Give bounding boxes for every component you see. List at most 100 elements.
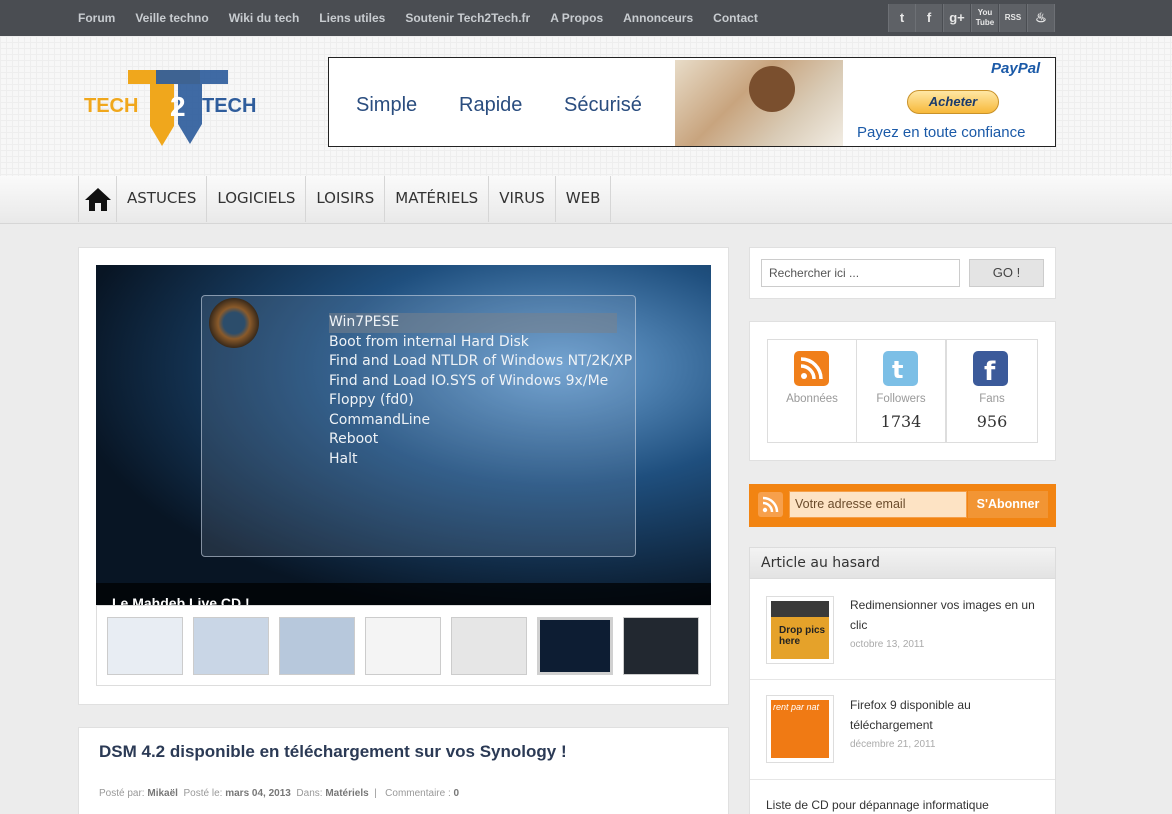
search-button[interactable]: GO ! [969,259,1044,287]
twitter-icon[interactable]: t [888,4,915,32]
slider-thumb-active[interactable] [537,617,613,675]
paypal-brand: PayPal [991,60,1041,77]
topnav-liens-utiles[interactable]: Liens utiles [319,11,385,25]
divider [750,779,1055,780]
slider-thumbnails [96,605,711,686]
email-input[interactable]: Votre adresse email [789,491,967,518]
nav-loisirs[interactable]: LOISIRS [305,176,384,222]
rss-icon [794,351,829,386]
nav-astuces[interactable]: ASTUCES [116,176,206,222]
search-input[interactable]: Rechercher ici ... [761,259,960,287]
paypal-buy-label: Acheter [928,94,978,109]
random-article-link[interactable]: Redimensionner vos images en un clic [850,595,1040,635]
topnav-wiki[interactable]: Wiki du tech [229,11,300,25]
facebook-icon[interactable]: f [915,4,942,32]
random-article-thumb[interactable]: Drop pics here [766,596,834,664]
nav-materiels[interactable]: MATÉRIELS [384,176,488,222]
divider [750,679,1055,680]
random-article-date: octobre 13, 2011 [850,639,925,650]
post-meta: Posté par: Mikaël Posté le: mars 04, 201… [99,788,460,799]
paypal-banner-ad[interactable]: Simple Rapide Sécurisé PayPal Acheter Pa… [328,57,1056,147]
counter-label: Abonnées [786,393,838,405]
slider-thumb[interactable] [279,617,355,675]
random-article-link[interactable]: Firefox 9 disponible au téléchargement [850,695,1000,735]
twitter-glyph: t [899,10,905,25]
boot-menu-item: CommandLine [329,411,431,428]
boot-menu: Win7PESE Boot from internal Hard Disk Fi… [329,313,632,469]
random-article-link[interactable]: Liste de CD pour dépannage informatique [766,795,1036,814]
boot-menu-item: Find and Load NTLDR of Windows NT/2K/XP [329,353,633,369]
topnav-a-propos[interactable]: A Propos [550,11,603,25]
topnav-annonceurs[interactable]: Annonceurs [623,11,693,25]
topnav-soutenir[interactable]: Soutenir Tech2Tech.fr [405,11,530,25]
nav-virus[interactable]: VIRUS [488,176,555,222]
topnav-veille-techno[interactable]: Veille techno [135,11,208,25]
slider-thumb[interactable] [451,617,527,675]
svg-text:t: t [892,356,903,384]
counter-twitter[interactable]: t Followers 1734 [856,339,946,443]
youtube-glyph: You Tube [975,8,995,27]
rss-glyph: RSS [1004,13,1022,22]
googleplus-icon[interactable]: g+ [943,4,970,32]
meta-posted-by-label: Posté par: [99,788,145,799]
meta-posted-on-label: Posté le: [183,788,223,799]
flame-glyph: ♨ [1035,10,1047,25]
youtube-icon[interactable]: You Tube [971,4,998,32]
boot-emblem [209,298,259,348]
rss-icon [758,492,783,517]
random-article-widget [749,547,1056,814]
thumb-caption: Drop pics here [779,625,826,647]
boot-menu-item: Reboot [329,431,379,447]
counter-value: 1734 [880,412,922,431]
slider-thumb[interactable] [193,617,269,675]
googleplus-glyph: g+ [949,10,965,25]
rss-icon[interactable]: RSS [999,4,1026,32]
counter-value: 956 [976,412,1008,431]
meta-comments-label: Commentaire : [385,788,451,799]
slide-caption-bar: Le Mahdeb Live CD ! [96,583,711,605]
slide-caption: Le Mahdeb Live CD ! [112,595,250,605]
slider-thumb[interactable] [623,617,699,675]
meta-in-label: Dans: [296,788,323,799]
thumb-image: rent par nat [771,700,829,758]
nav-logiciels[interactable]: LOGICIELS [206,176,305,222]
topnav-forum[interactable]: Forum [78,11,115,25]
nav-web[interactable]: WEB [554,176,612,222]
logo-text-right: TECH [202,95,256,117]
counter-label: Fans [979,393,1005,405]
top-nav: Forum Veille techno Wiki du tech Liens u… [78,0,778,36]
meta-category[interactable]: Matériels [325,788,368,799]
thumb-image: Drop pics here [771,601,829,659]
thumb-caption: rent par nat [773,702,820,712]
flame-icon[interactable]: ♨ [1027,4,1055,32]
home-icon [84,188,111,211]
slider-thumb[interactable] [107,617,183,675]
paypal-buy-button[interactable]: Acheter [907,90,999,114]
nav-home[interactable] [78,176,116,222]
counter-label: Followers [876,393,926,405]
meta-comments-count[interactable]: 0 [454,788,460,799]
svg-text:f: f [984,357,996,386]
post-title[interactable]: DSM 4.2 disponible en téléchargement sur… [99,742,567,762]
banner-word-securise: Sécurisé [564,94,642,116]
logo-graphic: TECH 2 TECH [84,70,256,146]
twitter-icon: t [883,351,918,386]
boot-menu-item: Find and Load IO.SYS of Windows 9x/Me [329,372,609,389]
slider-thumb[interactable] [365,617,441,675]
subscribe-button[interactable]: S'Abonner [968,491,1048,518]
banner-word-rapide: Rapide [459,94,523,116]
banner-person [749,66,795,112]
facebook-glyph: f [926,10,932,25]
logo-digit: 2 [170,91,186,122]
slide-image[interactable]: Win7PESE Boot from internal Hard Disk Fi… [96,265,711,605]
counter-facebook[interactable]: f Fans 956 [946,339,1038,443]
meta-author[interactable]: Mikaël [147,788,178,799]
meta-date: mars 04, 2013 [225,788,291,799]
counter-rss[interactable]: Abonnées [767,339,857,443]
boot-menu-item: Halt [329,450,358,467]
facebook-icon: f [973,351,1008,387]
post-card: DSM 4.2 disponible en téléchargement sur… [78,727,729,814]
topnav-contact[interactable]: Contact [713,11,758,25]
random-article-thumb[interactable]: rent par nat [766,695,834,763]
site-logo[interactable]: TECH 2 TECH [82,66,277,148]
